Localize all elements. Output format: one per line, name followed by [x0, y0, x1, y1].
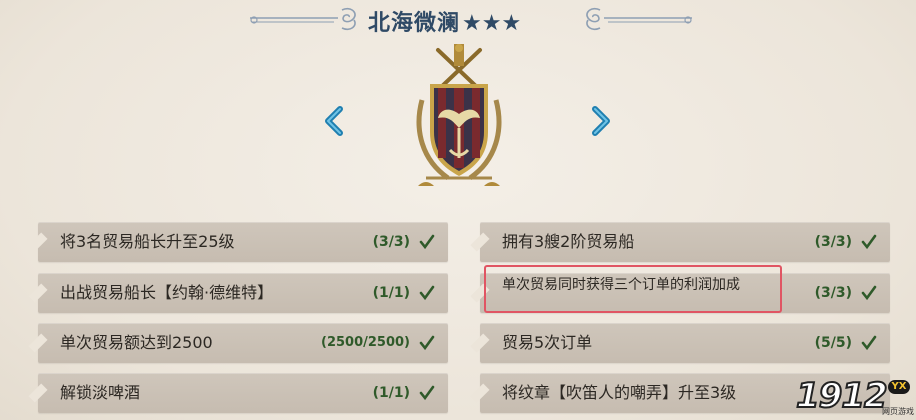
task-row: 出战贸易船长【约翰·德维特】 (1/1): [28, 273, 448, 313]
prev-arrow-button[interactable]: [322, 106, 346, 136]
checkmark-icon: [419, 385, 435, 401]
task-progress: (3/3): [814, 234, 852, 250]
task-row: 将3名贸易船长升至25级 (3/3): [28, 222, 448, 262]
task-label: 贸易5次订单: [502, 333, 593, 352]
next-arrow-button[interactable]: [589, 106, 613, 136]
task-label: 拥有3艘2阶贸易船: [502, 232, 635, 251]
checkmark-icon: [861, 234, 877, 250]
task-progress: (5/5): [814, 335, 852, 351]
ornament-right-icon: [586, 7, 692, 31]
title-text: 北海微澜: [368, 11, 461, 36]
site-watermark-logo: 1912 YX 网页游戏: [795, 375, 914, 420]
crest-emblem-icon: [416, 44, 502, 186]
task-row: 拥有3艘2阶贸易船 (3/3): [470, 222, 890, 262]
task-progress: (2500/2500): [321, 335, 410, 350]
task-row: 解锁淡啤酒 (1/1): [28, 373, 448, 413]
task-progress: (1/1): [372, 285, 410, 301]
task-label: 出战贸易船长【约翰·德维特】: [60, 283, 274, 302]
ornament-left-icon: [250, 7, 356, 31]
task-row: 贸易5次订单 (5/5): [470, 323, 890, 363]
task-progress: (1/1): [372, 385, 410, 401]
task-row: 单次贸易同时获得三个订单的利润加成 (3/3): [470, 273, 890, 313]
task-progress: (3/3): [372, 234, 410, 250]
checkmark-icon: [861, 335, 877, 351]
task-label: 解锁淡啤酒: [60, 383, 141, 402]
task-label: 将纹章【吹笛人的嘲弄】升至3级: [502, 383, 737, 402]
page-title: 北海微澜★★★: [368, 5, 568, 37]
checkmark-icon: [419, 335, 435, 351]
task-label: 将3名贸易船长升至25级: [60, 232, 235, 251]
star-rating: ★★★: [462, 11, 522, 36]
checkmark-icon: [419, 285, 435, 301]
watermark-number: 1912: [795, 375, 889, 417]
title-bar: 北海微澜★★★: [0, 0, 916, 40]
task-row: 单次贸易额达到2500 (2500/2500): [28, 323, 448, 363]
watermark-badge: YX: [888, 380, 910, 394]
task-label: 单次贸易额达到2500: [60, 333, 213, 352]
task-label: 单次贸易同时获得三个订单的利润加成: [502, 277, 740, 293]
watermark-subtitle: 网页游戏: [882, 407, 914, 416]
checkmark-icon: [419, 234, 435, 250]
task-progress: (3/3): [814, 285, 852, 301]
checkmark-icon: [861, 285, 877, 301]
